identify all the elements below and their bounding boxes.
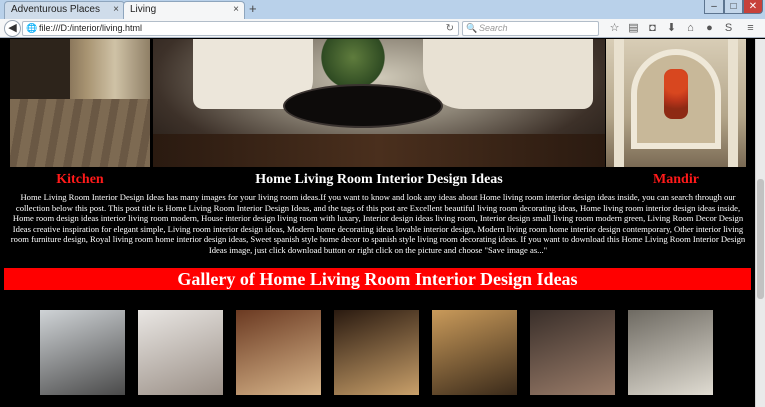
- gallery-image-fill: [628, 310, 713, 395]
- url-text: file:///D:/interior/living.html: [39, 23, 143, 33]
- search-placeholder: Search: [479, 23, 508, 33]
- page-scrollbar[interactable]: [755, 39, 765, 407]
- living-coffee-table: [283, 84, 443, 128]
- gallery-image-fill: [334, 310, 419, 395]
- close-tab-icon[interactable]: ×: [233, 2, 239, 18]
- tab-label: Living: [130, 4, 157, 15]
- home-icon[interactable]: ⌂: [683, 21, 698, 36]
- gallery-image-fill: [236, 310, 321, 395]
- gallery-image-1[interactable]: [40, 310, 125, 395]
- search-icon: 🔍: [466, 23, 478, 33]
- address-bar[interactable]: 🌐 file:///D:/interior/living.html ↻: [22, 21, 459, 36]
- page-title: Home Living Room Interior Design Ideas: [255, 172, 503, 187]
- gallery-thumbnails: [40, 310, 720, 395]
- gallery-image-2[interactable]: [138, 310, 223, 395]
- gallery-image-fill: [530, 310, 615, 395]
- gallery-image-7[interactable]: [628, 310, 713, 395]
- web-page: Kitchen Home Living Room Interior Design…: [0, 39, 755, 407]
- maximize-button[interactable]: □: [724, 0, 743, 14]
- globe-icon: 🌐: [26, 23, 38, 33]
- scrollbar-thumb[interactable]: [757, 179, 764, 299]
- gallery-image-3[interactable]: [236, 310, 321, 395]
- gallery-image-fill: [138, 310, 223, 395]
- bookmarks-list-icon[interactable]: ▤: [626, 21, 641, 36]
- gallery-image-4[interactable]: [334, 310, 419, 395]
- living-room-image[interactable]: [153, 39, 605, 167]
- gallery-title: Gallery of Home Living Room Interior Des…: [177, 269, 578, 289]
- living-sofa-right: [423, 39, 593, 109]
- bookmark-star-icon[interactable]: ☆: [607, 21, 622, 36]
- reload-icon[interactable]: ↻: [446, 22, 454, 35]
- gallery-image-fill: [432, 310, 517, 395]
- tab-living[interactable]: Living ×: [123, 1, 245, 19]
- chat-icon[interactable]: ●: [702, 21, 717, 36]
- search-input[interactable]: 🔍 Search: [462, 21, 599, 36]
- living-floor: [153, 134, 605, 167]
- navigation-toolbar: ◀ 🌐 file:///D:/interior/living.html ↻ 🔍 …: [0, 19, 765, 38]
- mandir-link[interactable]: Mandir: [606, 172, 746, 188]
- mandir-idol: [664, 69, 688, 119]
- browser-tab-strip: Adventurous Places × Living × + – □ ✕: [0, 0, 765, 19]
- pocket-icon[interactable]: ◘: [645, 21, 660, 36]
- gallery-image-6[interactable]: [530, 310, 615, 395]
- back-arrow-icon[interactable]: ◀: [4, 20, 21, 37]
- kitchen-image[interactable]: [10, 39, 150, 167]
- close-window-button[interactable]: ✕: [743, 0, 763, 14]
- gallery-image-5[interactable]: [432, 310, 517, 395]
- download-icon[interactable]: ⬇: [664, 21, 679, 36]
- minimize-button[interactable]: –: [704, 0, 724, 14]
- gallery-image-fill: [40, 310, 125, 395]
- mandir-column-right: [728, 39, 738, 167]
- new-tab-button[interactable]: +: [249, 1, 257, 17]
- gallery-header: Gallery of Home Living Room Interior Des…: [4, 268, 751, 290]
- kitchen-link[interactable]: Kitchen: [10, 172, 150, 188]
- tab-adventurous-places[interactable]: Adventurous Places ×: [4, 1, 125, 19]
- skype-icon[interactable]: S: [721, 21, 736, 36]
- mandir-column-left: [614, 39, 624, 167]
- kitchen-floor: [10, 99, 150, 167]
- living-plant: [318, 39, 388, 85]
- close-tab-icon[interactable]: ×: [113, 2, 119, 18]
- tab-label: Adventurous Places: [11, 4, 100, 15]
- mandir-image[interactable]: [606, 39, 746, 167]
- description-text: Home Living Room Interior Design Ideas h…: [10, 192, 746, 255]
- menu-icon[interactable]: ≡: [743, 21, 758, 36]
